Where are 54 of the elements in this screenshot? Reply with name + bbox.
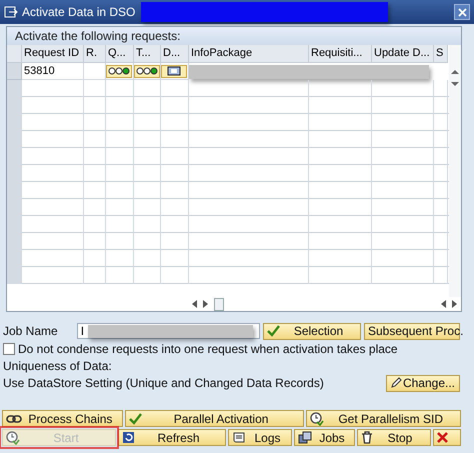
traffic-light-icon <box>108 67 130 75</box>
action-button[interactable]: Logs <box>228 429 292 446</box>
action-button[interactable] <box>433 429 461 446</box>
column-header[interactable]: T... <box>134 45 161 63</box>
job-name-field[interactable]: I <box>76 323 260 339</box>
scroll-left-icon[interactable] <box>441 300 446 308</box>
checkbox[interactable] <box>3 342 15 354</box>
clock-icon <box>6 430 20 444</box>
stacked-boxes-icon <box>298 431 313 444</box>
checkmark-icon <box>128 412 142 424</box>
action-button[interactable]: Jobs <box>294 429 355 446</box>
close-icon <box>458 8 466 16</box>
scroll-down-icon[interactable] <box>450 81 460 87</box>
column-header[interactable]: R. <box>84 45 106 63</box>
column-header[interactable]: Request ID <box>22 45 84 63</box>
action-button[interactable]: Refresh <box>118 429 226 446</box>
column-header[interactable]: Requisiti... <box>309 45 372 63</box>
action-button[interactable]: Process Chains <box>2 410 123 427</box>
uniqueness-value: Use DataStore Setting (Unique and Changed Data Records) <box>3 376 324 390</box>
uniqueness-label: Uniqueness of Data: <box>3 358 112 372</box>
action-button[interactable]: Parallel Activation <box>124 410 304 427</box>
close-button[interactable] <box>454 4 470 20</box>
scrollbar-thumb[interactable] <box>214 298 224 310</box>
action-button[interactable]: Get Parallelism SID <box>306 410 461 427</box>
vertical-scrollbar[interactable] <box>449 45 461 297</box>
scroll-icon <box>232 431 247 444</box>
clock-icon <box>310 412 324 426</box>
pencil-icon <box>390 377 402 389</box>
job-name-label: Job Name <box>3 324 58 338</box>
row-selector-header <box>7 45 22 63</box>
column-header[interactable]: Update D... <box>372 45 434 63</box>
monitor-icon <box>167 66 181 76</box>
action-button[interactable]: Stop <box>357 429 431 446</box>
selection-button[interactable]: Selection <box>263 322 361 340</box>
column-header[interactable]: D... <box>161 45 189 63</box>
scroll-left-icon[interactable] <box>192 300 197 308</box>
scroll-right-icon[interactable] <box>203 300 208 308</box>
chain-link-icon <box>6 414 22 424</box>
traffic-light-icon <box>136 67 158 75</box>
checkbox-label: Do not condense requests into one request when activation takes place <box>18 342 398 356</box>
window-icon <box>4 6 18 18</box>
change-button[interactable]: Change... <box>386 374 460 392</box>
column-header[interactable]: InfoPackage <box>189 45 309 63</box>
scroll-up-icon[interactable] <box>450 69 460 75</box>
table-title: Activate the following requests: <box>7 27 461 45</box>
column-header[interactable]: S <box>434 45 448 63</box>
window-title: Activate Data in DSO <box>22 5 136 19</box>
refresh-icon <box>122 431 135 444</box>
checkmark-icon <box>267 325 280 337</box>
subsequent-processing-button[interactable]: Subsequent Proc. <box>364 322 460 340</box>
column-header[interactable]: Q... <box>106 45 134 63</box>
scroll-right-icon[interactable] <box>452 300 457 308</box>
trash-icon <box>361 431 373 444</box>
close-icon <box>437 432 448 443</box>
